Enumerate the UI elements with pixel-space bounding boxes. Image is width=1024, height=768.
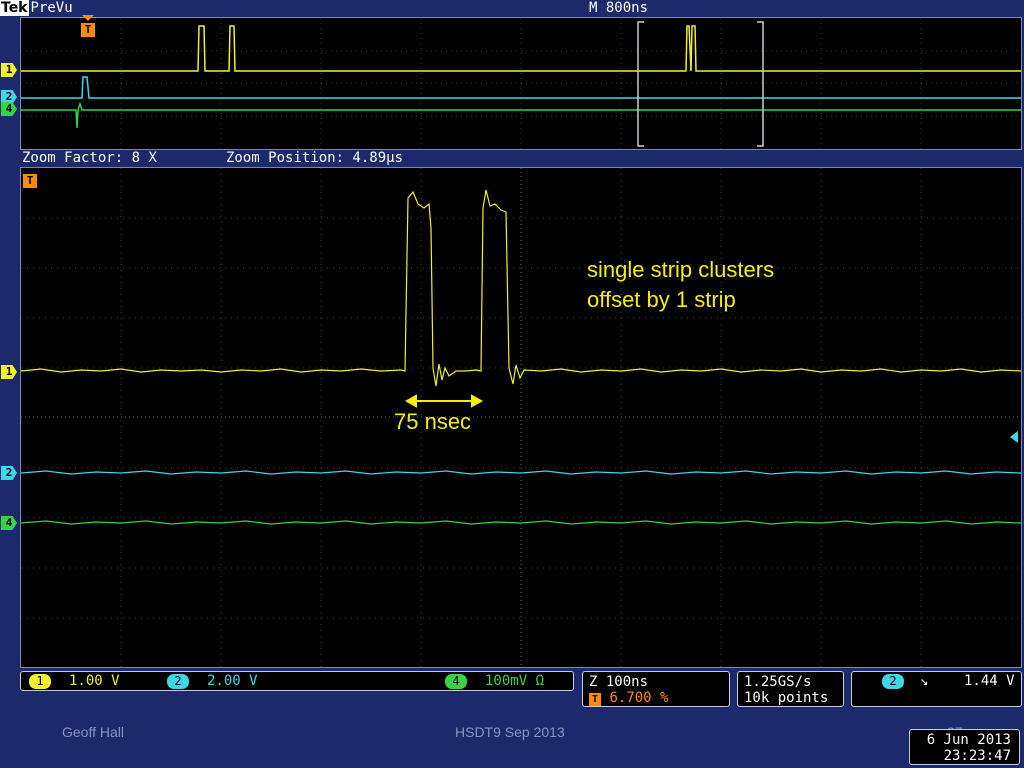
record-length: 10k points — [744, 690, 829, 706]
trigger-level-arrow-icon[interactable] — [1010, 431, 1018, 443]
time: 23:23:47 — [943, 748, 1011, 764]
trigger-slope-icon: ↘ — [920, 673, 929, 689]
zoom-screen[interactable] — [20, 167, 1022, 668]
overview-grid — [21, 18, 1021, 149]
ch1-badge[interactable]: 1 — [29, 674, 51, 689]
trigger-level: 1.44 V — [964, 673, 1015, 689]
zoom-ch4-trace — [21, 520, 1021, 525]
overview-ch2-marker[interactable]: 2 — [1, 90, 17, 104]
zoom-factor-label: Zoom Factor: 8 X — [22, 150, 157, 166]
ch4-scale[interactable]: 100mV Ω — [485, 673, 544, 689]
annotation-line-1: single strip clusters — [587, 257, 775, 282]
zoom-window-bracket — [637, 21, 764, 147]
ch2-scale[interactable]: 2.00 V — [207, 673, 258, 689]
zoom-time-panel[interactable]: Z 100ns T 6.700 % — [582, 671, 730, 707]
overview-waveforms — [21, 18, 1021, 149]
ch1-scale[interactable]: 1.00 V — [69, 673, 120, 689]
measurement-label: 75 nsec — [394, 409, 472, 434]
timebase-label: M 800ns — [589, 0, 649, 16]
zoom-timebase: Z 100ns — [589, 674, 649, 690]
overview-ch4-marker[interactable]: 4 — [1, 102, 17, 116]
overview-ch2-trace — [21, 76, 1021, 99]
zoom-ch2-marker[interactable]: 2 — [1, 466, 17, 480]
overview-trigger-marker[interactable]: T — [81, 23, 95, 37]
brand-logo: Tek — [0, 0, 29, 16]
mode-label: PreVu — [30, 0, 73, 16]
zoom-trigger-marker[interactable]: T — [23, 174, 37, 188]
zoom-center-axes — [21, 168, 1021, 667]
trigger-position-row: T 6.700 % — [589, 690, 723, 706]
trigger-position: 6.700 % — [609, 690, 669, 706]
trigger-panel[interactable]: 2 ↘ 1.44 V — [851, 671, 1022, 707]
zoom-ch2-trace — [21, 470, 1021, 475]
zoom-ch4-marker[interactable]: 4 — [1, 516, 17, 530]
acquisition-panel[interactable]: 1.25GS/s 10k points — [737, 671, 844, 707]
footer-author: Geoff Hall — [62, 724, 124, 740]
ch4-badge[interactable]: 4 — [445, 674, 467, 689]
date: 6 Jun 2013 — [926, 732, 1011, 748]
overview-ch1-marker[interactable]: 1 — [1, 63, 17, 77]
measure-arrow — [404, 394, 484, 408]
zoom-waveforms — [21, 168, 1021, 667]
trigger-source-badge: 2 — [882, 674, 904, 689]
overview-screen[interactable] — [20, 17, 1022, 150]
zoom-position-label: Zoom Position: 4.89µs — [226, 150, 404, 166]
annotation-line-2: offset by 1 strip — [587, 287, 736, 312]
sample-rate: 1.25GS/s — [744, 674, 812, 690]
footer-event: HSDT9 Sep 2013 — [455, 724, 565, 740]
header-bar: Tek PreVu — [0, 0, 73, 16]
trigger-position-icon: T — [589, 693, 601, 706]
overview-trigger-arrow-icon — [82, 15, 94, 21]
channel-scale-panel: 1 1.00 V 2 2.00 V 4 100mV Ω — [20, 671, 574, 691]
ch2-badge[interactable]: 2 — [167, 674, 189, 689]
zoom-ch1-marker[interactable]: 1 — [1, 365, 17, 379]
datetime-panel: 6 Jun 2013 23:23:47 — [909, 729, 1020, 765]
